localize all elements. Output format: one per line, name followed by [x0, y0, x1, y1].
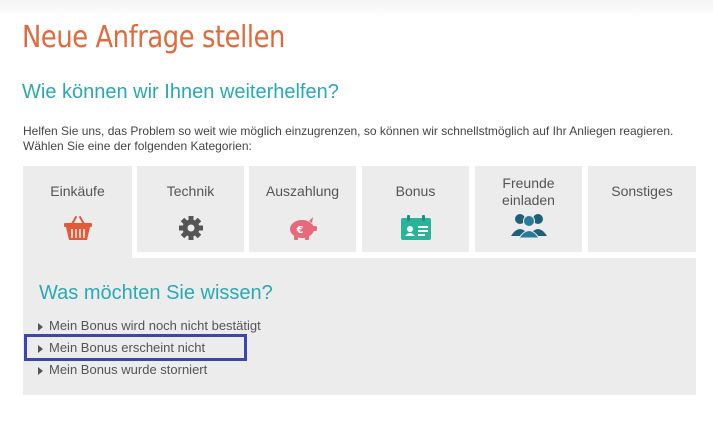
intro-text: Helfen Sie uns, das Problem so weit wie … — [23, 124, 674, 153]
tab-label: Auszahlung — [265, 183, 340, 199]
tab-technik[interactable]: Technik — [137, 166, 244, 252]
tab-einkaeufe[interactable]: Einkäufe — [23, 166, 132, 258]
arrow-right-icon — [38, 367, 43, 375]
question-label: Mein Bonus wird noch nicht bestätigt — [49, 318, 261, 333]
top-fade — [0, 0, 713, 18]
page-title: Neue Anfrage stellen — [22, 20, 285, 55]
tab-label: Einkäufe — [50, 183, 105, 199]
tab-auszahlung[interactable]: Auszahlung € — [249, 166, 356, 252]
question-label: Mein Bonus erscheint nicht — [49, 340, 206, 355]
svg-text:€: € — [295, 225, 303, 236]
piggy-bank-icon: € — [287, 214, 319, 242]
shopping-basket-icon — [62, 214, 94, 242]
arrow-right-icon — [38, 323, 43, 331]
question-item[interactable]: Mein Bonus wird noch nicht bestätigt — [37, 318, 261, 340]
gear-icon — [175, 214, 207, 242]
arrow-right-icon — [38, 345, 43, 353]
friends-icon — [510, 210, 547, 238]
panel-title: Was möchten Sie wissen? — [39, 282, 273, 304]
questions-panel: Was möchten Sie wissen? Mein Bonus wird … — [23, 258, 696, 395]
tab-bonus[interactable]: Bonus — [362, 166, 469, 252]
question-label: Mein Bonus wurde storniert — [49, 362, 208, 377]
tab-label: Freunde einladen — [502, 175, 555, 208]
question-item[interactable]: Mein Bonus wurde storniert — [37, 362, 261, 384]
tab-label: Technik — [166, 183, 215, 199]
tab-label: Bonus — [395, 183, 436, 199]
tab-sonstiges[interactable]: Sonstiges — [588, 166, 696, 252]
question-list: Mein Bonus wird noch nicht bestätigt Mei… — [37, 318, 261, 384]
page-subtitle: Wie können wir Ihnen weiterhelfen? — [22, 81, 339, 103]
bonus-card-icon — [400, 214, 432, 242]
question-item[interactable]: Mein Bonus erscheint nicht — [37, 340, 261, 362]
tab-label: Sonstiges — [611, 183, 673, 199]
tab-freunde-einladen[interactable]: Freunde einladen — [475, 166, 582, 252]
